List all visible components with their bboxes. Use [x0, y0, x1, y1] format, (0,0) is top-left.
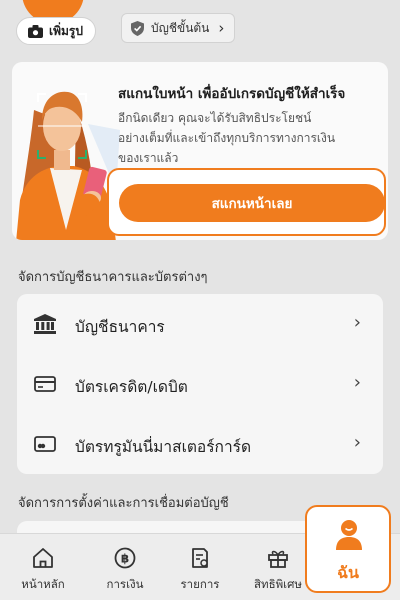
list-item-credit-debit-card[interactable]: บัตรเครดิต/เดบิต ›	[17, 354, 383, 414]
face-scan-card: สแกนใบหน้า เพื่ออัปเกรดบัญชีให้สำเร็จ อี…	[12, 62, 388, 240]
scan-card-title: สแกนใบหน้า เพื่ออัปเกรดบัญชีให้สำเร็จ	[118, 86, 346, 102]
person-icon	[336, 520, 362, 550]
credit-card-icon	[34, 376, 56, 392]
list-item-label: บัตรทรูมันนี่มาสเตอร์การ์ด	[75, 438, 252, 456]
camera-icon	[28, 24, 43, 38]
nav-label: ฉัน	[337, 563, 359, 582]
nav-item-me[interactable]: ฉัน	[305, 505, 391, 593]
scan-desc-line: อย่างเต็มที่และเข้าถึงทุกบริการทางการเงิ…	[118, 131, 336, 145]
accounts-list: บัญชีธนาคาร › บัตรเครดิต/เดบิต › บัตรทรู…	[17, 294, 383, 474]
baht-coin-icon: ฿	[114, 547, 136, 569]
scan-face-now-button[interactable]: สแกนหน้าเลย	[119, 184, 385, 222]
accounts-section-title: จัดการบัญชีธนาคารและบัตรต่างๆ	[18, 270, 208, 285]
settings-section-title: จัดการการตั้งค่าและการเชื่อมต่อบัญชี	[18, 496, 229, 511]
scan-card-description: อีกนิดเดียว คุณจะได้รับสิทธิประโยชน์ อย่…	[118, 108, 384, 168]
chevron-right-icon: ›	[353, 432, 361, 453]
account-tier-label: บัญชีขั้นต้น	[151, 20, 210, 35]
add-photo-button[interactable]: เพิ่มรูป	[16, 17, 96, 45]
nav-label: การเงิน	[106, 577, 144, 591]
chevron-right-icon: ›	[353, 312, 361, 333]
profile-header: เพิ่มรูป บัญชีขั้นต้น ›	[0, 0, 400, 58]
transactions-icon	[192, 548, 208, 568]
scan-button-highlight: สแกนหน้าเลย	[107, 168, 386, 236]
scan-desc-line: อีกนิดเดียว คุณจะได้รับสิทธิประโยชน์	[118, 111, 312, 125]
account-tier-button[interactable]: บัญชีขั้นต้น ›	[121, 13, 236, 43]
prepaid-card-icon	[34, 436, 56, 452]
nav-item-transactions[interactable]: รายการ	[160, 534, 240, 600]
nav-label: รายการ	[180, 577, 220, 591]
list-item-bank-account[interactable]: บัญชีธนาคาร ›	[17, 294, 383, 354]
shield-icon	[131, 20, 144, 36]
bank-icon	[34, 314, 56, 334]
nav-label: หน้าหลัก	[21, 577, 65, 591]
chevron-right-icon: ›	[218, 19, 225, 37]
list-item-label: บัตรเครดิต/เดบิต	[75, 378, 188, 396]
chevron-right-icon: ›	[353, 372, 361, 393]
scan-desc-line: ของเราแล้ว	[118, 151, 179, 165]
add-photo-label: เพิ่มรูป	[49, 23, 83, 38]
home-icon	[33, 548, 53, 568]
nav-item-finance[interactable]: ฿ การเงิน	[85, 534, 165, 600]
list-item-label: บัญชีธนาคาร	[75, 318, 165, 336]
svg-text:฿: ฿	[121, 552, 129, 566]
gift-icon	[268, 550, 288, 568]
nav-item-home[interactable]: หน้าหลัก	[3, 534, 83, 600]
list-item-prepaid-mastercard[interactable]: บัตรทรูมันนี่มาสเตอร์การ์ด ›	[17, 414, 383, 474]
